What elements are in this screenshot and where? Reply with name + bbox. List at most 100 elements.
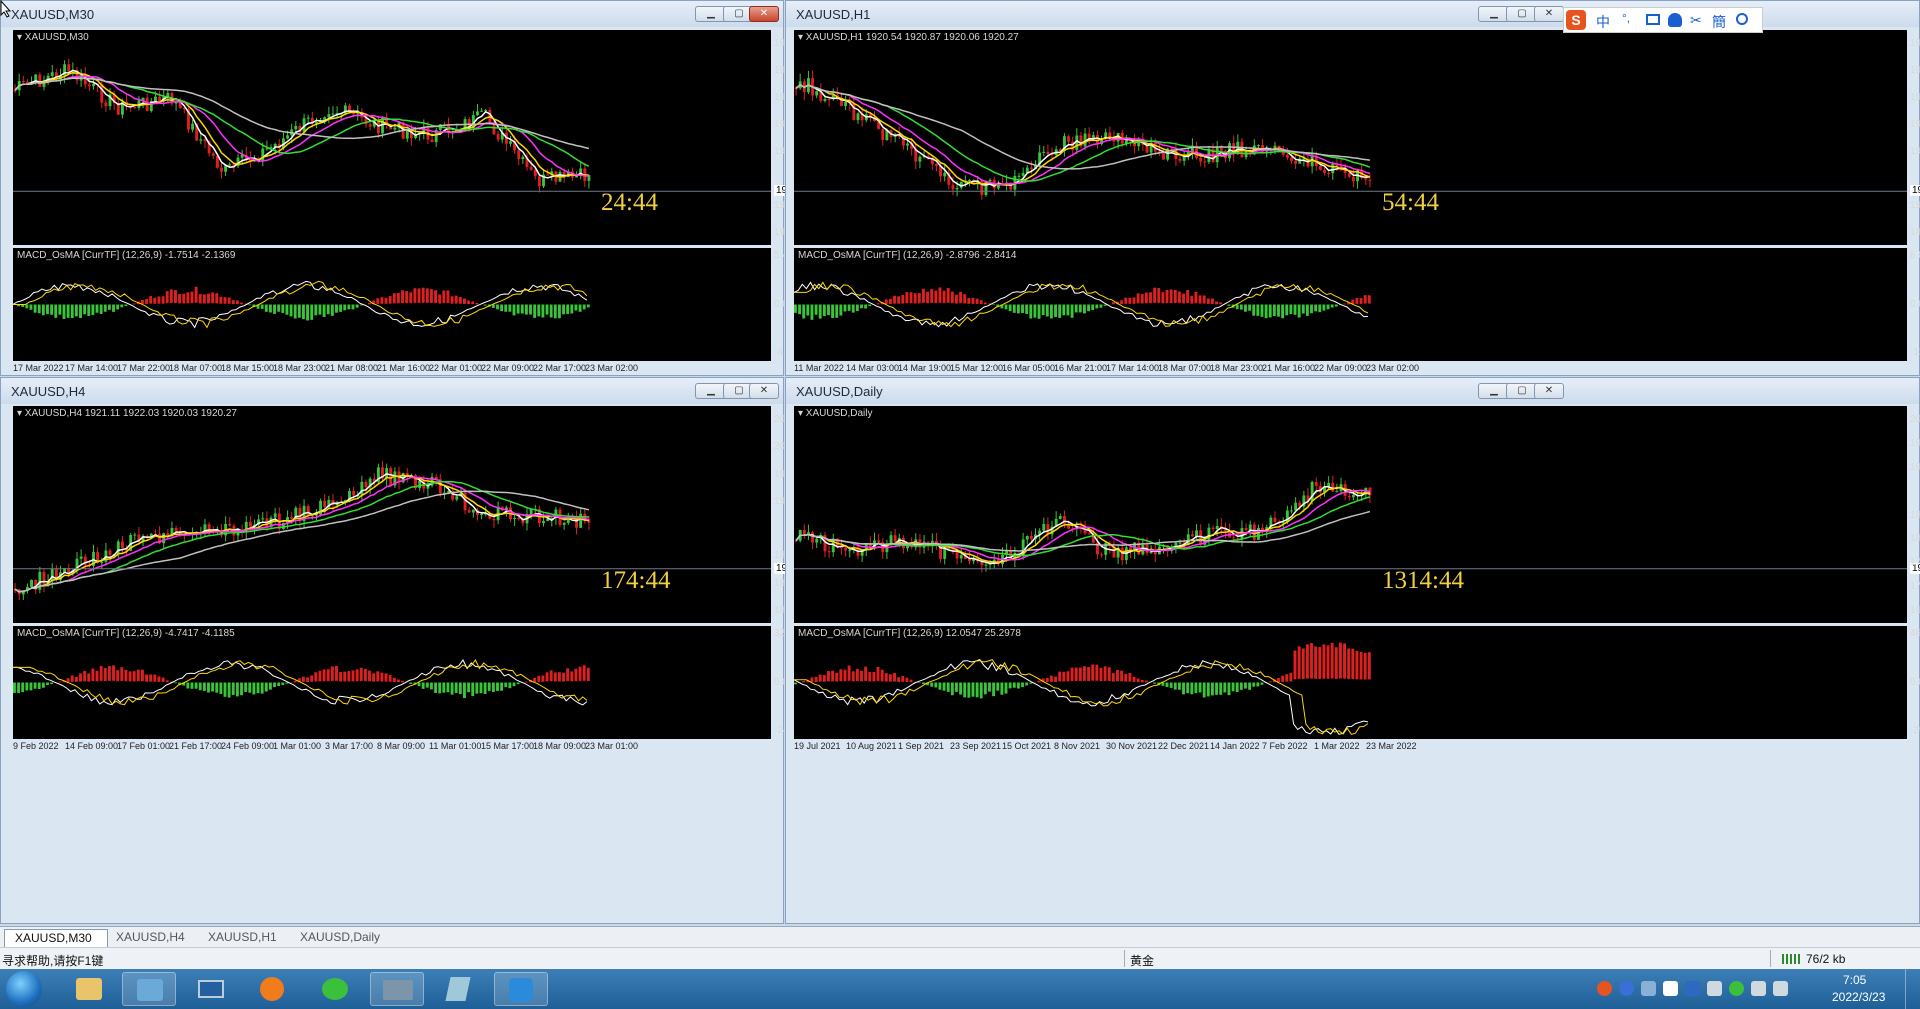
date-axis-label: 1 Sep 2021 — [898, 741, 945, 751]
wechat-tray-icon[interactable] — [1729, 981, 1744, 996]
macd-bar — [112, 665, 115, 681]
macd-bar — [306, 677, 310, 682]
price-axis-label: 1988.10 — [1910, 38, 1920, 49]
speaker-tray-icon[interactable] — [1707, 981, 1722, 996]
help-tray-icon[interactable] — [1619, 981, 1634, 996]
macd-axis-label: -12.1689 — [1910, 347, 1920, 358]
user-icon[interactable] — [1668, 13, 1682, 27]
ime-chinese-mode[interactable]: 中 — [1596, 12, 1610, 32]
taskbar-app-browser[interactable] — [246, 972, 300, 1006]
macd-bar — [1016, 682, 1020, 689]
macd-bar — [1244, 304, 1247, 312]
notes-icon — [445, 977, 471, 1001]
date-axis-label: 18 Mar 07:00 — [1158, 363, 1212, 373]
sogou-tray-icon[interactable] — [1597, 981, 1612, 996]
macd-bar — [235, 300, 239, 305]
price-chart-pane[interactable]: ▾ XAUUSD,H4 1921.11 1922.03 1920.03 1920… — [13, 406, 771, 623]
moving-average-line-4 — [14, 480, 589, 593]
macd-bar — [401, 680, 404, 683]
macd-bar — [297, 304, 301, 318]
macd-bar — [1008, 304, 1012, 312]
ime-toolbar[interactable]: S 中 °, ✂ 簡 — [1563, 7, 1763, 33]
clock-date[interactable]: 2022/3/23 — [1832, 990, 1885, 1004]
chart-window-h1[interactable]: XAUUSD,H1 ▁ ▢ ✕ ▾ XAUUSD,H1 1920.54 1920… — [785, 0, 1920, 376]
macd-bar — [1182, 293, 1185, 304]
network-tray-icon[interactable] — [1773, 981, 1788, 996]
macd-bar — [1293, 650, 1297, 680]
candle-body — [1314, 481, 1318, 486]
macd-indicator-pane[interactable]: MACD_OsMA [CurrTF] (12,26,9) -4.7417 -4.… — [13, 626, 771, 739]
taskbar-app-terminal[interactable] — [370, 972, 424, 1006]
window-titlebar[interactable]: XAUUSD,H4 ▁ ▢ ✕ — [1, 378, 783, 404]
macd-bar — [1116, 669, 1119, 682]
pen-icon — [509, 978, 533, 1002]
price-chart-pane[interactable]: ▾ XAUUSD,H1 1920.54 1920.87 1920.06 1920… — [794, 30, 1907, 245]
close-button[interactable]: ✕ — [749, 383, 779, 399]
date-axis-label: 17 Mar 14:00 — [1106, 363, 1160, 373]
tab-xauusd-h4[interactable]: XAUUSD,H4 — [108, 929, 206, 946]
macd-bar — [975, 682, 979, 698]
candle-body — [191, 123, 195, 130]
start-button[interactable] — [6, 971, 42, 1007]
macd-bar — [240, 682, 243, 696]
candle-body — [104, 102, 108, 107]
date-axis-label: 14 Mar 19:00 — [898, 363, 952, 373]
tools-icon[interactable]: ✂ — [1690, 12, 1702, 29]
close-button[interactable]: ✕ — [1534, 383, 1564, 399]
macd-bar — [1186, 682, 1190, 694]
tab-xauusd-daily[interactable]: XAUUSD,Daily — [292, 929, 400, 946]
macd-bar — [401, 290, 404, 304]
taskbar-app-notes[interactable] — [432, 972, 486, 1006]
show-desktop-button[interactable] — [1905, 969, 1920, 1009]
ime-punctuation[interactable]: °, — [1622, 11, 1630, 25]
macd-bar — [1029, 682, 1033, 684]
keyboard-icon[interactable] — [1646, 14, 1660, 25]
close-button[interactable]: ✕ — [1534, 6, 1564, 22]
macd-bar — [1305, 304, 1309, 316]
macd-bar — [1124, 673, 1128, 682]
date-axis-label: 22 Mar 17:00 — [533, 363, 587, 373]
macd-bar — [359, 667, 363, 682]
macd-bar — [120, 667, 124, 681]
macd-indicator-pane[interactable]: MACD_OsMA [CurrTF] (12,26,9) -2.8796 -2.… — [794, 248, 1907, 361]
price-chart-pane[interactable]: ▾ XAUUSD,M30 24:44 — [13, 30, 771, 245]
arrows-tray-icon[interactable] — [1641, 981, 1656, 996]
ime-simplified[interactable]: 簡 — [1712, 12, 1726, 32]
macd-indicator-pane[interactable]: MACD_OsMA [CurrTF] (12,26,9) 12.0547 25.… — [794, 626, 1907, 739]
macd-bar — [1314, 304, 1318, 312]
chart-window-m30[interactable]: XAUUSD,M30 ▁ ▢ ✕ ▾ XAUUSD,M30 24:44 MACD_O… — [0, 0, 815, 376]
tab-xauusd-m30[interactable]: XAUUSD,M30 — [4, 929, 108, 947]
candlestick-chart — [794, 475, 1907, 573]
candle-body — [1215, 525, 1219, 530]
chart-window-daily[interactable]: XAUUSD,Daily ▁ ▢ ✕ ▾ XAUUSD,Daily 1314:44… — [785, 377, 1920, 924]
mute-tray-icon[interactable] — [1751, 981, 1766, 996]
macd-bar — [207, 293, 210, 304]
macd-bar — [1194, 291, 1198, 304]
taskbar-app-metatrader[interactable] — [122, 972, 176, 1006]
price-chart-pane[interactable]: ▾ XAUUSD,Daily 1314:44 — [794, 406, 1907, 623]
macd-bar — [570, 304, 574, 314]
macd-bar — [950, 291, 954, 304]
search-icon[interactable] — [1736, 13, 1748, 25]
tab-xauusd-h1[interactable]: XAUUSD,H1 — [200, 929, 298, 946]
date-axis-label: 18 Mar 15:00 — [221, 363, 275, 373]
taskbar-app-monitor[interactable] — [184, 972, 238, 1006]
taskbar-app-folder[interactable] — [62, 972, 116, 1006]
chart-window-h4[interactable]: XAUUSD,H4 ▁ ▢ ✕ ▾ XAUUSD,H4 1921.11 1922… — [0, 377, 815, 924]
date-axis-label: 21 Feb 17:00 — [169, 741, 223, 751]
macd-indicator-pane[interactable]: MACD_OsMA [CurrTF] (12,26,9) -1.7514 -2.… — [13, 248, 771, 361]
flag-tray-icon[interactable] — [1663, 981, 1678, 996]
candle-body — [1100, 554, 1104, 556]
taskbar-app-wechat[interactable] — [308, 972, 362, 1006]
macd-bar — [318, 304, 322, 315]
shield-tray-icon[interactable] — [1685, 981, 1700, 996]
macd-bar — [1190, 295, 1194, 304]
candle-body — [1327, 482, 1331, 487]
taskbar-app-editor[interactable] — [494, 972, 548, 1006]
clock-time[interactable]: 7:05 — [1843, 973, 1866, 987]
macd-bar — [1070, 304, 1074, 318]
window-titlebar[interactable]: XAUUSD,M30 ▁ ▢ ✕ — [1, 1, 783, 27]
window-titlebar[interactable]: XAUUSD,Daily ▁ ▢ ✕ — [786, 378, 1919, 404]
macd-bar — [66, 304, 70, 318]
close-button[interactable]: ✕ — [749, 6, 779, 22]
